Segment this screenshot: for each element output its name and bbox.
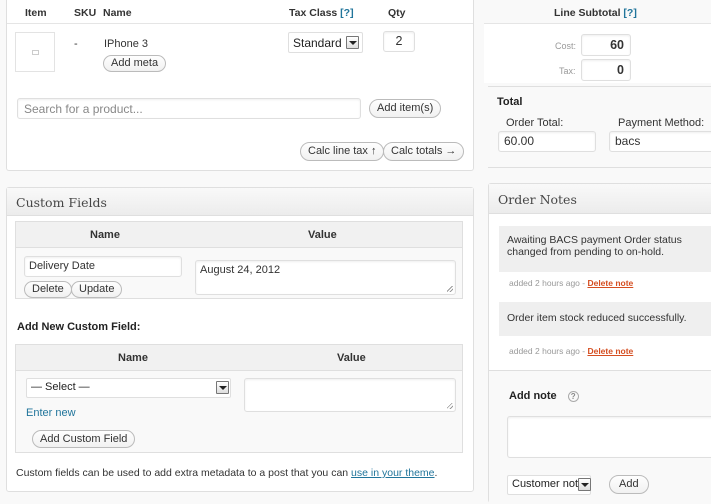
payment-method-input[interactable]: bacs <box>609 131 711 152</box>
existing-field-value-textarea[interactable]: August 24, 2012 <box>195 260 456 295</box>
totals-title: Total <box>497 96 523 108</box>
note-text: Awaiting BACS payment Order status chang… <box>507 234 682 258</box>
add-note-label-text: Add note <box>509 390 557 402</box>
resize-handle-icon[interactable] <box>447 286 453 292</box>
image-placeholder-icon <box>32 50 39 55</box>
existing-field-name: Delivery Date <box>29 260 96 272</box>
tax-label: Tax: <box>559 66 576 76</box>
note-text: Order item stock reduced successfully. <box>507 312 687 324</box>
cost-value: 60 <box>610 38 624 52</box>
product-thumbnail <box>15 32 55 72</box>
add-new-field-title: Add New Custom Field: <box>17 321 141 333</box>
line-subtotal-column: Cost: 60 Tax: 0 <box>484 23 711 83</box>
tax-class-help-link[interactable]: [?] <box>340 7 353 19</box>
calc-line-tax-button[interactable]: Calc line tax ↑ <box>300 142 385 161</box>
cost-label: Cost: <box>555 41 577 51</box>
add-note-button[interactable]: Add <box>609 475 649 494</box>
existing-fields-head: Name Value <box>16 222 462 248</box>
chevron-down-icon[interactable] <box>216 381 229 394</box>
note-meta: added 2 hours ago - Delete note <box>509 346 633 356</box>
line-subtotal-header-label: Line Subtotal <box>554 7 621 19</box>
existing-field-value: August 24, 2012 <box>200 264 281 276</box>
existing-name-header: Name <box>90 229 120 241</box>
order-total-input[interactable]: 60.00 <box>498 131 596 152</box>
qty-value: 2 <box>395 34 403 48</box>
custom-fields-footer-text: Custom fields can be used to add extra m… <box>16 467 352 479</box>
header-divider <box>7 23 473 24</box>
column-header-sku: SKU <box>74 7 97 19</box>
delete-note-link[interactable]: Delete note <box>587 346 633 356</box>
item-sku: - <box>74 38 78 50</box>
custom-fields-footer-end: . <box>434 467 438 479</box>
note-item: Awaiting BACS payment Order status chang… <box>499 226 711 272</box>
payment-method-value: bacs <box>615 134 641 148</box>
use-in-theme-link[interactable]: use in your theme <box>351 467 434 479</box>
new-field-table: Name Value — Select — Enter new Add Cust… <box>15 344 463 453</box>
payment-method-label: Payment Method: <box>618 117 705 129</box>
column-header-line-subtotal: Line Subtotal [?] <box>554 7 637 19</box>
order-total-value: 60.00 <box>504 134 535 148</box>
add-note-label: Add note ? <box>509 390 579 402</box>
column-header-qty: Qty <box>388 7 406 19</box>
custom-fields-title: Custom Fields <box>16 195 107 210</box>
custom-field-key-select[interactable]: — Select — <box>26 378 231 398</box>
tax-class-value: Standard <box>293 36 342 50</box>
order-notes-title: Order Notes <box>498 192 577 207</box>
new-name-header: Name <box>118 352 148 364</box>
add-meta-button[interactable]: Add meta <box>103 55 167 72</box>
existing-field-name-input[interactable]: Delivery Date <box>24 256 182 277</box>
item-name: IPhone 3 <box>104 38 149 50</box>
order-notes-panel: Order Notes Awaiting BACS payment Order … <box>488 183 711 504</box>
add-items-button[interactable]: Add item(s) <box>369 99 442 118</box>
tax-input[interactable]: 0 <box>581 59 631 81</box>
delete-note-link[interactable]: Delete note <box>587 278 633 288</box>
update-field-button[interactable]: Update <box>71 281 123 298</box>
order-items-panel: Item SKU Name Tax Class [?] Qty - IPhone… <box>6 0 474 171</box>
product-search-input[interactable]: Search for a product... <box>17 98 361 119</box>
column-header-name: Name <box>103 7 132 19</box>
order-notes-header: Order Notes <box>489 184 711 214</box>
totals-panel: Total Order Total: Payment Method: 60.00… <box>488 86 711 168</box>
enter-new-link[interactable]: Enter new <box>26 407 76 419</box>
note-type-value: Customer note <box>512 478 585 490</box>
cost-input[interactable]: 60 <box>581 34 631 56</box>
existing-value-header: Value <box>308 229 337 241</box>
custom-field-key-value: — Select — <box>31 381 90 393</box>
add-custom-field-button[interactable]: Add Custom Field <box>32 430 136 448</box>
tax-value: 0 <box>617 63 624 77</box>
existing-fields-table: Name Value Delivery Date August 24, 2012… <box>15 221 463 299</box>
custom-fields-footer: Custom fields can be used to add extra m… <box>16 467 437 479</box>
note-meta-text: added 2 hours ago - <box>509 346 588 356</box>
new-field-value-textarea[interactable] <box>244 378 456 412</box>
line-subtotal-help-link[interactable]: [?] <box>623 7 636 19</box>
add-note-textarea[interactable] <box>507 416 711 458</box>
order-total-label: Order Total: <box>506 117 564 129</box>
note-meta-text: added 2 hours ago - <box>509 278 588 288</box>
resize-handle-icon[interactable] <box>447 403 453 409</box>
tax-class-header-label: Tax Class <box>289 7 338 19</box>
note-meta: added 2 hours ago - Delete note <box>509 278 633 288</box>
chevron-down-icon[interactable] <box>578 478 591 491</box>
help-icon[interactable]: ? <box>567 391 579 402</box>
delete-field-button[interactable]: Delete <box>24 281 72 298</box>
column-header-item: Item <box>25 7 47 19</box>
new-field-head: Name Value <box>16 345 462 371</box>
qty-input[interactable]: 2 <box>383 31 415 52</box>
product-search-placeholder: Search for a product... <box>24 102 143 116</box>
column-header-tax-class: Tax Class [?] <box>289 7 354 19</box>
new-value-header: Value <box>337 352 366 364</box>
chevron-down-icon[interactable] <box>346 36 359 49</box>
note-item: Order item stock reduced successfully. <box>499 302 711 336</box>
calc-totals-button[interactable]: Calc totals → <box>383 142 465 161</box>
custom-fields-header: Custom Fields <box>7 188 473 216</box>
custom-fields-panel: Custom Fields Name Value Delivery Date A… <box>6 187 474 492</box>
